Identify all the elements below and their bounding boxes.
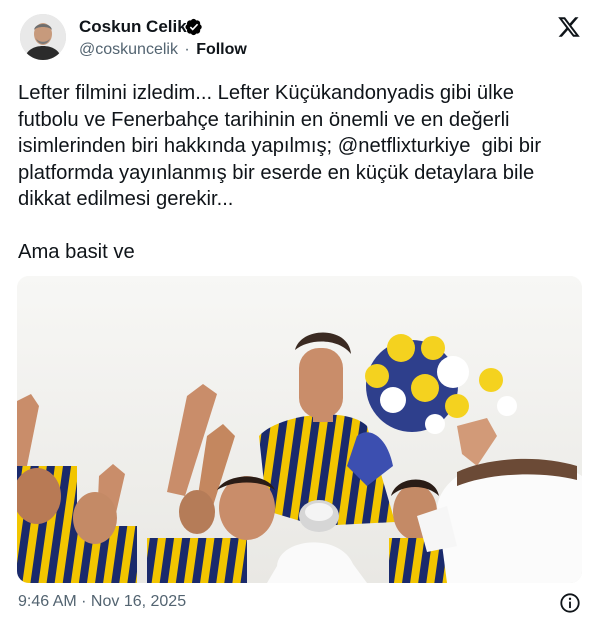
author-handle[interactable]: @coskuncelik [79, 41, 178, 58]
avatar-image [20, 14, 66, 60]
follow-button[interactable]: Follow [196, 41, 247, 58]
tweet-timestamp[interactable]: 9:46 AM · Nov 16, 2025 [18, 593, 186, 611]
info-icon[interactable] [559, 592, 581, 614]
tweet-photo[interactable] [17, 276, 582, 583]
celebration-photo-image [17, 276, 582, 583]
handle-row: @coskuncelik · Follow [79, 41, 247, 59]
verified-badge-icon [185, 18, 202, 36]
author-name[interactable]: Coskun Celik [79, 17, 187, 37]
tweet-text: Lefter filmini izledim... Lefter Küçükan… [18, 82, 542, 263]
author-avatar[interactable] [20, 14, 66, 60]
separator-dot: · [184, 41, 190, 58]
x-logo-icon[interactable] [557, 15, 581, 39]
